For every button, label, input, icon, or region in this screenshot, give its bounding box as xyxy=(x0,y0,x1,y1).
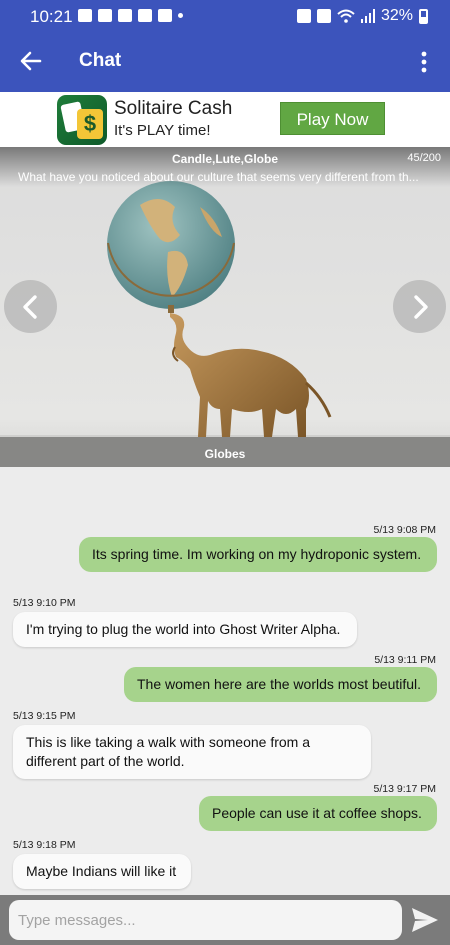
battery-icon xyxy=(419,8,428,24)
previous-prompt-button[interactable] xyxy=(4,280,57,333)
message-input[interactable] xyxy=(9,900,402,940)
status-bar: 10:21 32% xyxy=(0,0,450,30)
calendar-icon xyxy=(78,9,92,22)
message-timestamp: 5/13 9:15 PM xyxy=(13,710,76,722)
signal-icon xyxy=(360,9,375,23)
twitter-icon xyxy=(98,9,112,22)
next-prompt-button[interactable] xyxy=(393,280,446,333)
incoming-message[interactable]: I'm trying to plug the world into Ghost … xyxy=(13,612,357,647)
prompt-question: What have you noticed about our culture … xyxy=(18,170,419,184)
news-icon xyxy=(118,9,132,22)
prompt-caption: Globes xyxy=(204,447,246,461)
prompt-counter: 45/200 xyxy=(407,152,441,164)
page-title: Chat xyxy=(79,50,122,71)
message-timestamp: 5/13 9:10 PM xyxy=(13,597,76,609)
more-vert-icon[interactable] xyxy=(412,50,436,74)
app-bar: Chat xyxy=(0,30,450,92)
incoming-message[interactable]: This is like taking a walk with someone … xyxy=(13,725,371,779)
prompt-photo xyxy=(0,147,450,467)
message-timestamp: 5/13 9:17 PM xyxy=(373,783,436,795)
ad-banner[interactable]: $ Solitaire Cash It's PLAY time! Play No… xyxy=(0,92,450,147)
system-icons: 32% xyxy=(296,7,428,25)
outgoing-message[interactable]: People can use it at coffee shops. xyxy=(199,796,437,831)
incoming-message[interactable]: Maybe Indians will like it xyxy=(13,854,191,889)
message-timestamp: 5/13 9:18 PM xyxy=(13,839,76,851)
chevron-right-icon xyxy=(414,295,428,319)
status-time: 10:21 xyxy=(30,7,73,26)
prompt-keywords: Candle,Lute,Globe xyxy=(171,152,278,166)
composer-bar xyxy=(0,895,450,945)
fitness-icon xyxy=(138,9,152,22)
send-icon[interactable] xyxy=(411,907,439,933)
alarm-icon xyxy=(296,9,311,23)
outgoing-message[interactable]: The women here are the worlds most beuti… xyxy=(124,667,437,702)
ad-tagline: It's PLAY time! xyxy=(114,122,211,139)
message-timestamp: 5/13 9:11 PM xyxy=(374,654,436,666)
dollar-glyph: $ xyxy=(77,109,103,139)
play-now-button[interactable]: Play Now xyxy=(280,102,385,135)
dot-icon xyxy=(178,13,183,18)
outgoing-message[interactable]: Its spring time. Im working on my hydrop… xyxy=(79,537,437,572)
solitaire-cash-logo: $ xyxy=(57,95,107,145)
battery-percent: 32% xyxy=(380,7,413,24)
message-timestamp: 5/13 9:08 PM xyxy=(373,524,436,536)
mute-icon xyxy=(316,9,331,23)
camera-icon xyxy=(158,9,172,22)
wifi-icon xyxy=(337,9,355,23)
notification-icons xyxy=(78,9,183,22)
ad-app-name: Solitaire Cash xyxy=(114,98,233,119)
message-list[interactable]: 5/13 9:08 PM Its spring time. Im working… xyxy=(0,467,450,895)
chevron-left-icon xyxy=(23,295,37,319)
arrow-left-icon[interactable] xyxy=(18,48,44,74)
prompt-image-pane: Candle,Lute,Globe 45/200 What have you n… xyxy=(0,147,450,467)
